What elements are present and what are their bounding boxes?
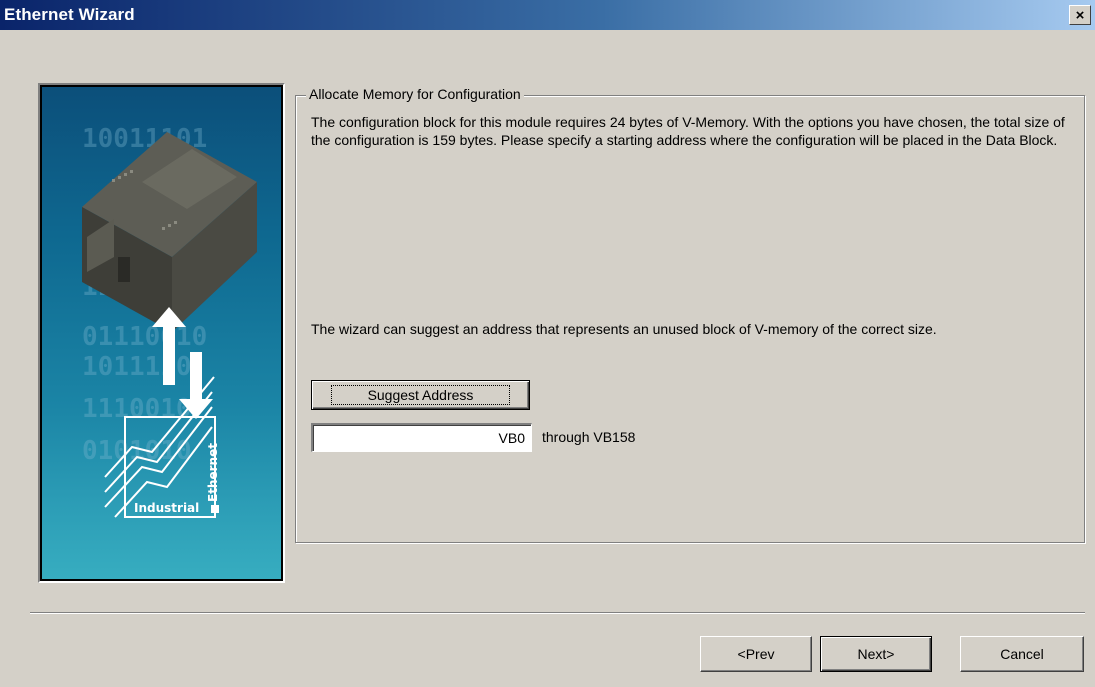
wizard-image: 10011101 1110110 01110010 1011110 111001… [38, 83, 285, 583]
group-legend: Allocate Memory for Configuration [306, 86, 524, 102]
plc-illustration: 10011101 1110110 01110010 1011110 111001… [82, 124, 257, 518]
close-icon: × [1075, 6, 1085, 24]
allocate-memory-group [295, 95, 1085, 543]
window-title: Ethernet Wizard [4, 5, 135, 24]
plc-device-icon [82, 132, 257, 332]
suggest-address-button[interactable]: Suggest Address [311, 380, 530, 410]
start-address-input[interactable] [311, 423, 532, 452]
next-button[interactable]: Next> [820, 636, 932, 672]
cancel-button[interactable]: Cancel [960, 636, 1084, 672]
industrial-label: Industrial [134, 501, 199, 515]
configuration-description: The configuration block for this module … [311, 114, 1065, 148]
suggest-info-text: The wizard can suggest an address that r… [311, 321, 937, 337]
close-button[interactable]: × [1069, 5, 1091, 25]
svg-text:1110010: 1110010 [82, 394, 192, 424]
ethernet-label: Ethernet [206, 443, 220, 502]
end-address-label: through VB158 [542, 429, 636, 445]
wizard-graphic: 10011101 1110110 01110010 1011110 111001… [42, 87, 281, 579]
svg-text:01110010: 01110010 [82, 322, 207, 352]
suggest-address-label: Suggest Address [330, 385, 511, 405]
svg-text:1011110: 1011110 [82, 352, 192, 382]
title-bar: Ethernet Wizard × [0, 0, 1095, 30]
footer-separator [30, 612, 1085, 614]
prev-button[interactable]: <Prev [700, 636, 812, 672]
